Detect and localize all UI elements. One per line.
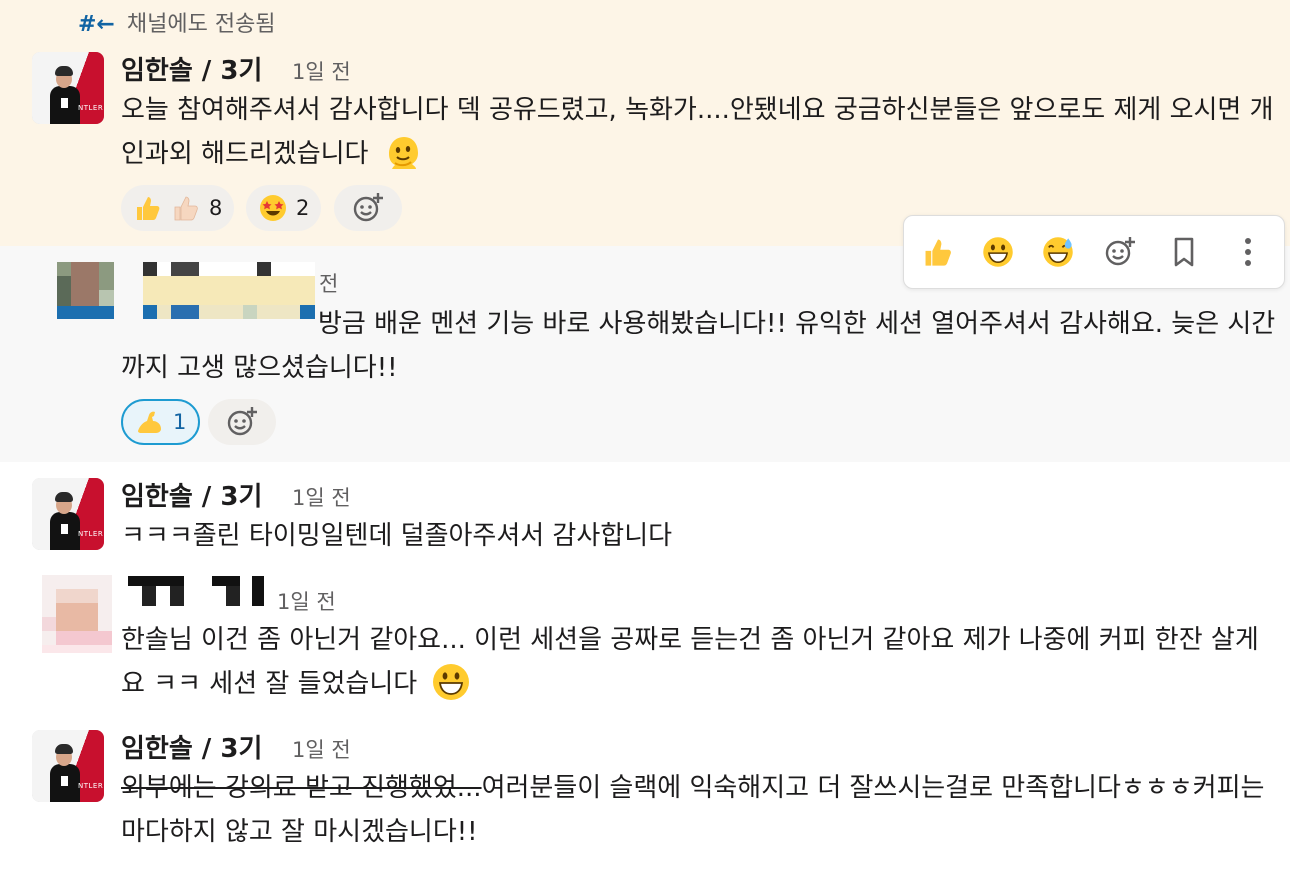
message-text-content: 한솔님 이건 좀 아닌거 같아요... 이런 세션을 공짜로 듣는건 좀 아닌거…: [121, 625, 1259, 699]
add-reaction-icon: [353, 193, 383, 222]
add-reaction-button[interactable]: [334, 185, 402, 231]
message-text: 방금 배운 멘션 기능 바로 사용해봤습니다!! 유익한 세션 열어주셔서 감사…: [121, 302, 1281, 390]
author-name[interactable]: [128, 576, 266, 606]
message-text: 한솔님 이건 좀 아닌거 같아요... 이런 세션을 공짜로 듣는건 좀 아닌거…: [121, 618, 1281, 706]
thumbs-up-icon: [925, 239, 951, 266]
reaction-star-struck[interactable]: 2: [246, 185, 322, 231]
add-reaction-icon: [227, 407, 257, 436]
reaction-flexed-biceps[interactable]: 1: [121, 399, 201, 445]
shared-notice: #← 채널에도 전송됨: [78, 6, 276, 38]
avatar[interactable]: [42, 575, 112, 653]
thumbs-up-light-icon: [174, 196, 198, 221]
react-thumbs-up-button[interactable]: [916, 230, 960, 274]
more-actions-button[interactable]: [1226, 230, 1270, 274]
timestamp[interactable]: 전: [319, 268, 338, 298]
more-actions-icon: [1245, 238, 1251, 266]
star-struck-icon: [260, 195, 286, 221]
avatar[interactable]: NTLER: [32, 730, 104, 802]
message-text-content: 방금 배운 멘션 기능 바로 사용해봤습니다!! 유익한 세션 열어주셔서 감사…: [121, 309, 1276, 383]
add-reaction-button[interactable]: [1098, 230, 1142, 274]
avatar[interactable]: [57, 262, 114, 319]
timestamp[interactable]: 1일 전: [277, 586, 336, 616]
channel-share-icon: #←: [78, 12, 115, 37]
react-sweat-smile-button[interactable]: [1036, 230, 1080, 274]
add-reaction-icon: [1105, 237, 1135, 266]
bookmark-icon: [1174, 237, 1194, 267]
timestamp[interactable]: 1일 전: [292, 482, 351, 512]
grin-icon: [983, 237, 1013, 267]
react-grin-button[interactable]: [976, 230, 1020, 274]
thumbs-up-icon: [137, 197, 160, 220]
reaction-thumbs-up[interactable]: 8: [121, 185, 235, 231]
reaction-count: 8: [209, 196, 223, 220]
strikethrough-text: 외부에는 강의료 받고 진행했었...: [121, 773, 482, 803]
melting-face-icon: [388, 137, 418, 169]
timestamp[interactable]: 1일 전: [292, 734, 351, 764]
author-name[interactable]: 임한솔 / 3기: [121, 728, 262, 765]
sweat-smile-icon: [1043, 237, 1073, 267]
reaction-count: 1: [173, 410, 187, 434]
timestamp[interactable]: 1일 전: [292, 56, 351, 86]
save-button[interactable]: [1162, 230, 1206, 274]
add-reaction-button[interactable]: [208, 399, 276, 445]
avatar[interactable]: NTLER: [32, 52, 104, 124]
author-name[interactable]: 임한솔 / 3기: [121, 476, 262, 513]
message-actions-toolbar: [903, 215, 1285, 289]
reaction-count: 2: [296, 196, 310, 220]
message-text: ㅋㅋㅋ졸린 타이밍일텐데 덜졸아주셔서 감사합니다: [121, 514, 1281, 558]
flexed-biceps-icon: [138, 411, 161, 433]
message-text-content: ㅋㅋㅋ졸린 타이밍일텐데 덜졸아주셔서 감사합니다: [121, 521, 673, 551]
grinning-face-icon: [433, 664, 470, 700]
author-name[interactable]: 임한솔 / 3기: [121, 50, 262, 87]
shared-notice-text: 채널에도 전송됨: [126, 12, 276, 37]
message-text: 외부에는 강의료 받고 진행했었...여러분들이 슬랙에 익숙해지고 더 잘쓰시…: [121, 766, 1281, 854]
avatar[interactable]: NTLER: [32, 478, 104, 550]
message-text: 오늘 참여해주셔서 감사합니다 덱 공유드렸고, 녹화가....안됐네요 궁금하…: [121, 88, 1281, 176]
message-text-content: 오늘 참여해주셔서 감사합니다 덱 공유드렸고, 녹화가....안됐네요 궁금하…: [121, 95, 1274, 169]
